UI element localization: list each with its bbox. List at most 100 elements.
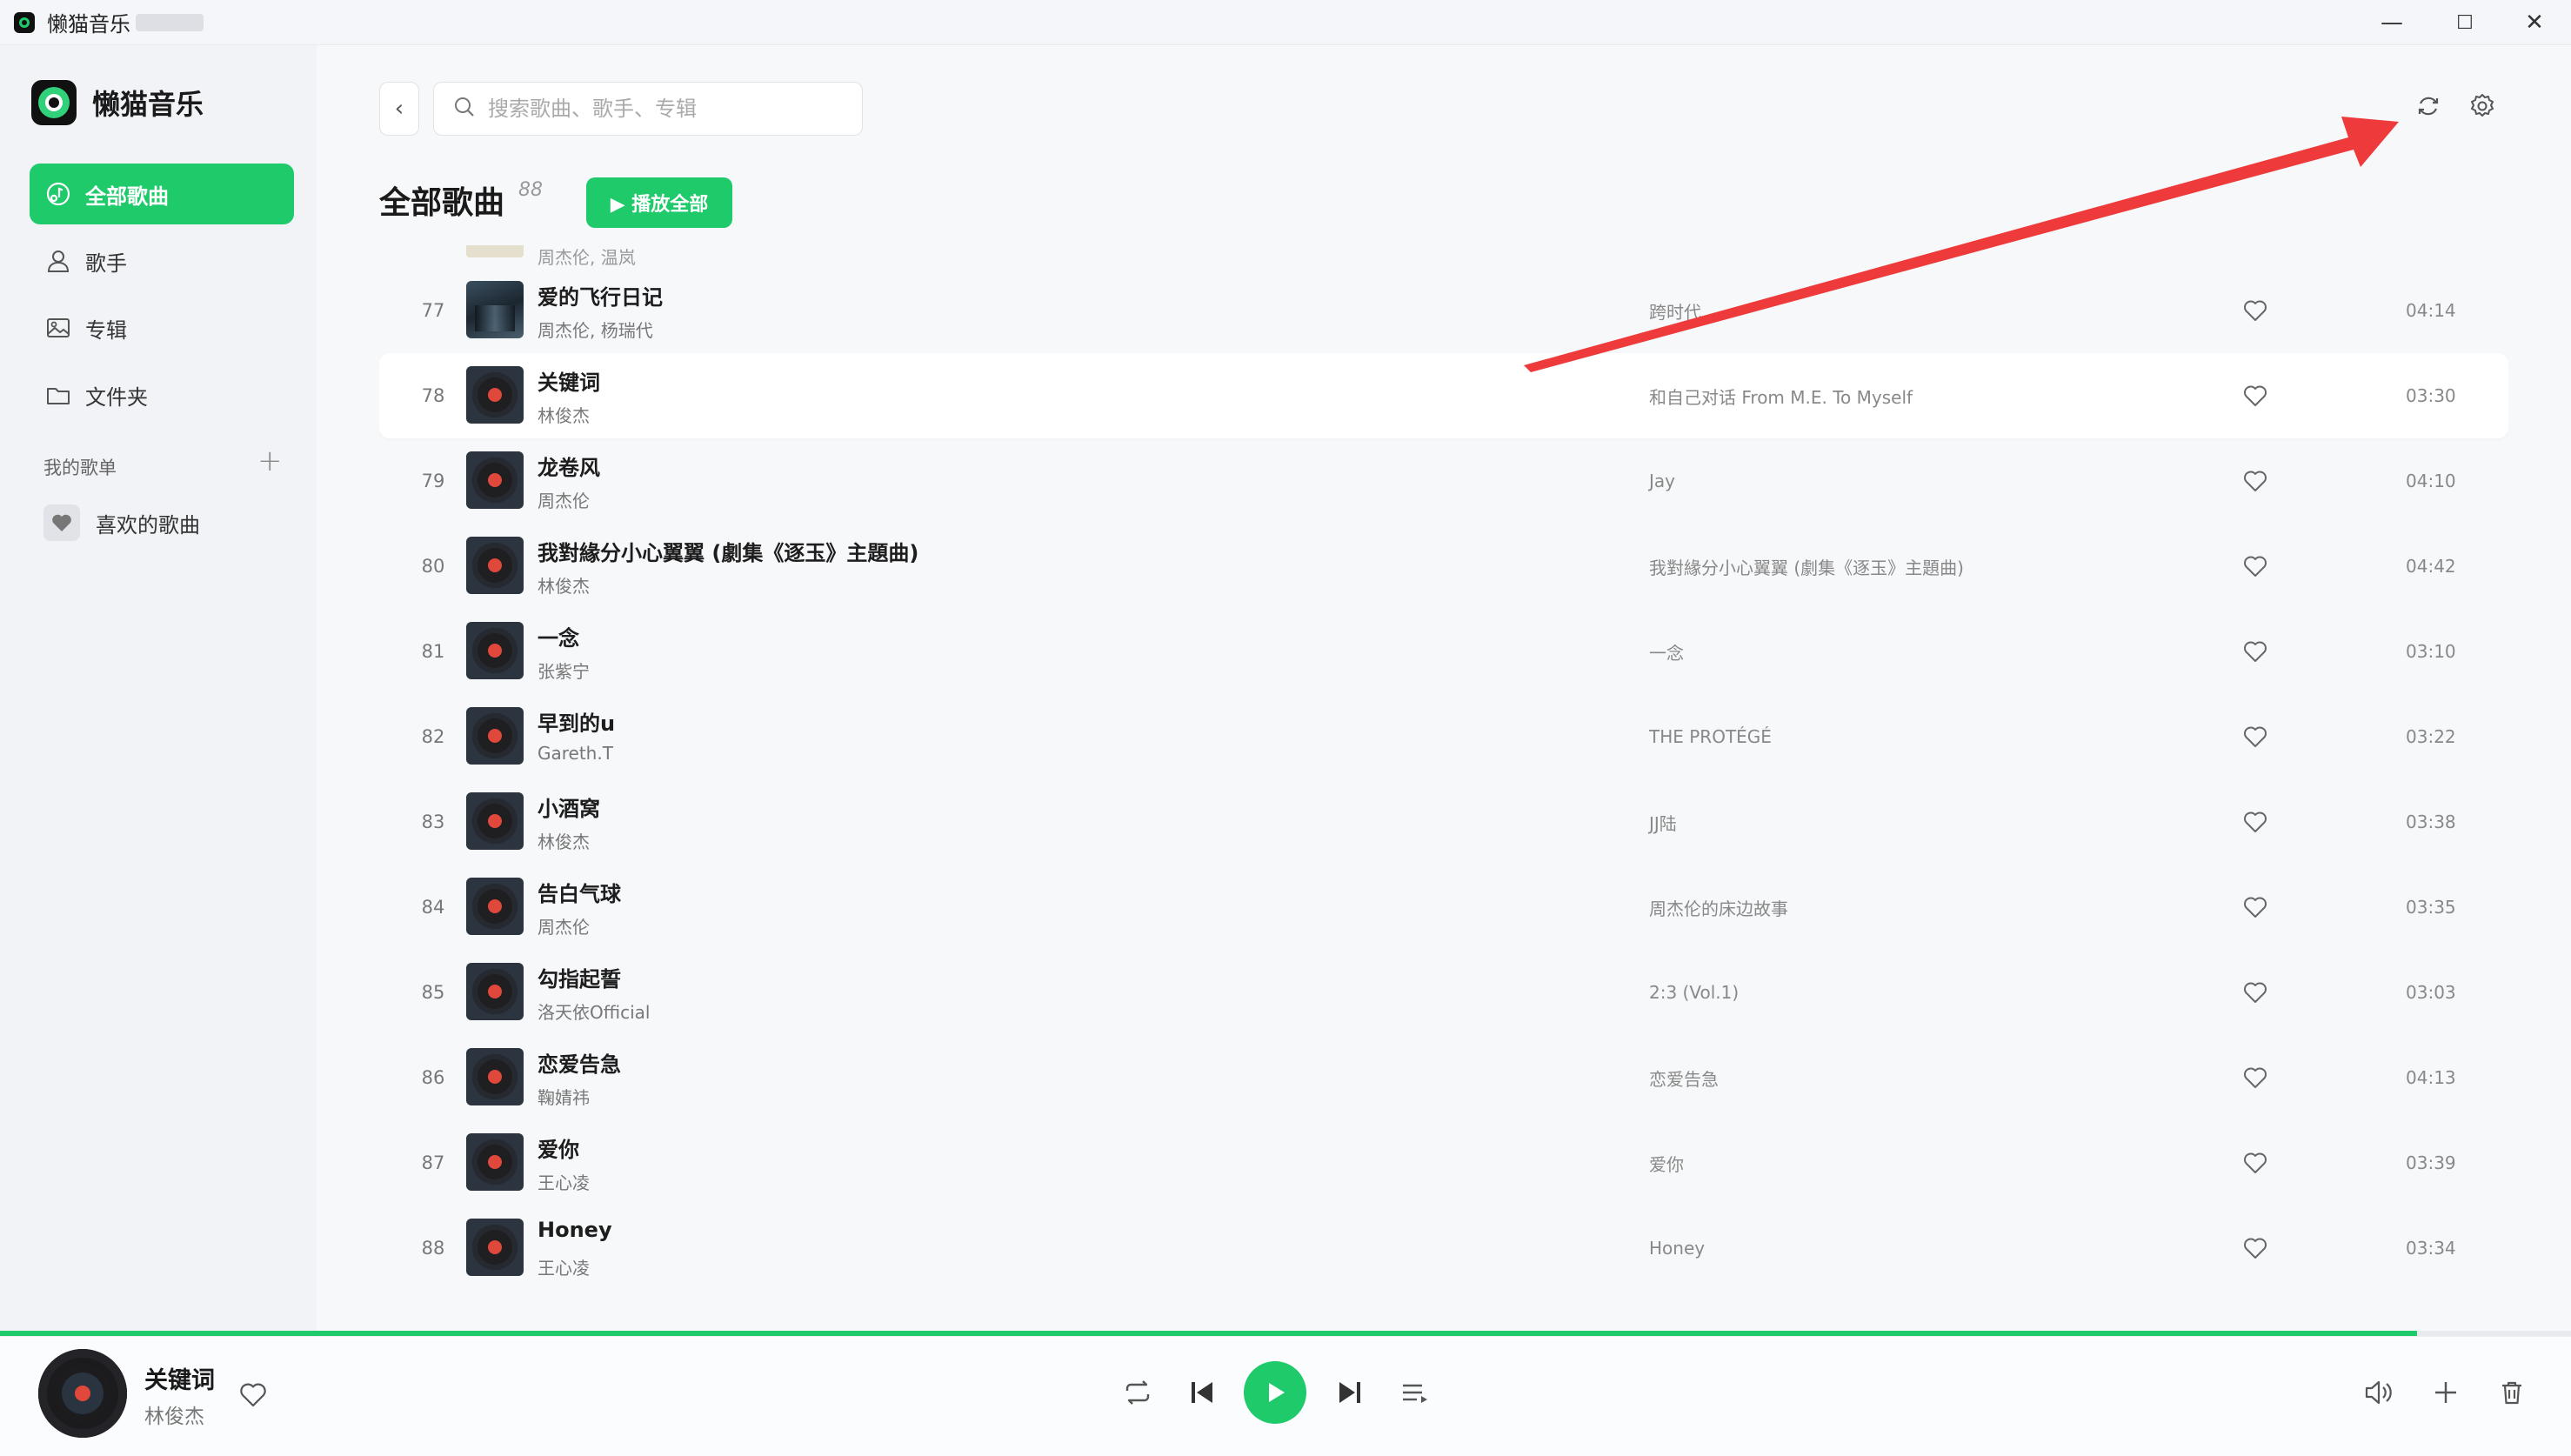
song-count: 88 xyxy=(518,179,543,201)
music-note-icon xyxy=(45,181,71,207)
table-row[interactable]: 77 爱的飞行日记 周杰伦, 杨瑞代 跨时代 04:14 xyxy=(379,268,2508,353)
like-button[interactable] xyxy=(2242,894,2268,920)
table-row[interactable]: 82 早到的u Gareth.T THE PROTÉGÉ 03:22 xyxy=(379,694,2508,779)
add-playlist-button[interactable]: + xyxy=(257,444,283,478)
sidebar-item-label: 歌手 xyxy=(85,250,127,276)
song-album[interactable]: 和自己对话 From M.E. To Myself xyxy=(1649,353,1913,438)
heart-outline-icon xyxy=(2244,1238,2267,1259)
like-button[interactable] xyxy=(2242,638,2268,665)
song-title: Honey xyxy=(538,1218,612,1242)
sidebar-item-albums[interactable]: 专辑 xyxy=(30,297,294,358)
like-button[interactable] xyxy=(2242,1065,2268,1091)
like-button[interactable] xyxy=(2242,1235,2268,1261)
person-icon xyxy=(45,248,71,274)
song-artist: 王心凌 xyxy=(538,1258,590,1279)
volume-button[interactable] xyxy=(2361,1375,2395,1410)
song-duration: 03:39 xyxy=(2406,1152,2456,1173)
like-button[interactable] xyxy=(2242,297,2268,324)
like-button[interactable] xyxy=(2242,383,2268,409)
main-panel: ‹ 全部歌曲 88 ▶ 播放全部 周杰伦, 温岚 77爱的飞行日记周杰伦, 杨瑞… xyxy=(317,45,2571,1331)
song-album[interactable]: 恋爱告急 xyxy=(1649,1035,1719,1120)
table-row[interactable]: 81 一念 张紫宁 一念 03:10 xyxy=(379,609,2508,694)
app-icon xyxy=(14,11,35,33)
song-album[interactable]: THE PROTÉGÉ xyxy=(1649,694,1772,779)
song-album[interactable]: 我對緣分小心翼翼 (劇集《逐玉》主題曲) xyxy=(1649,524,1964,609)
settings-button[interactable] xyxy=(2461,87,2503,129)
table-row[interactable]: 周杰伦, 温岚 xyxy=(379,245,2508,268)
song-duration: 03:30 xyxy=(2406,385,2456,406)
repeat-button[interactable] xyxy=(1120,1375,1155,1410)
sidebar-item-artists[interactable]: 歌手 xyxy=(30,230,294,291)
table-row[interactable]: 88 Honey 王心凌 Honey 03:34 xyxy=(379,1206,2508,1291)
heart-outline-icon xyxy=(2244,1067,2267,1088)
sidebar-item-all-songs[interactable]: 全部歌曲 xyxy=(30,164,294,224)
table-row[interactable]: 85 勾指起誓 洛天依Official 2:3 (Vol.1) 03:03 xyxy=(379,950,2508,1035)
song-album[interactable]: JJ陆 xyxy=(1649,779,1677,865)
song-duration: 04:13 xyxy=(2406,1067,2456,1088)
maximize-button[interactable]: ☐ xyxy=(2428,0,2501,45)
like-button[interactable] xyxy=(2242,809,2268,835)
minimize-button[interactable]: — xyxy=(2355,0,2428,45)
sidebar-item-label: 全部歌曲 xyxy=(85,184,169,209)
song-album[interactable]: 一念 xyxy=(1649,609,1684,694)
sidebar: 懒猫音乐 全部歌曲 歌手 专辑 文件夹 我的歌单 + 喜欢的歌曲 xyxy=(0,45,317,1331)
song-album[interactable]: Jay xyxy=(1649,438,1675,524)
refresh-button[interactable] xyxy=(2407,87,2449,129)
add-to-playlist-button[interactable] xyxy=(2428,1375,2463,1410)
queue-button[interactable] xyxy=(1397,1375,1432,1410)
table-row[interactable]: 80 我對緣分小心翼翼 (劇集《逐玉》主題曲) 林俊杰 我對緣分小心翼翼 (劇集《逐玉… xyxy=(379,524,2508,609)
song-artist: 鞠婧祎 xyxy=(538,1087,590,1108)
like-button[interactable] xyxy=(2242,468,2268,494)
previous-button[interactable] xyxy=(1185,1375,1219,1410)
song-title: 关键词 xyxy=(538,371,600,395)
song-album[interactable]: 2:3 (Vol.1) xyxy=(1649,950,1739,1035)
song-artist: 王心凌 xyxy=(538,1172,590,1193)
table-row[interactable]: 87 爱你 王心凌 爱你 03:39 xyxy=(379,1120,2508,1206)
song-artist: Gareth.T xyxy=(538,743,613,764)
song-album[interactable]: 周杰伦的床边故事 xyxy=(1649,865,1788,950)
playlist-favorites[interactable]: 喜欢的歌曲 xyxy=(43,504,200,541)
brand: 懒猫音乐 xyxy=(31,80,204,125)
playlist-icon xyxy=(1403,1384,1427,1403)
like-button[interactable] xyxy=(2242,553,2268,579)
heart-outline-icon xyxy=(2244,811,2267,832)
table-row[interactable]: 84 告白气球 周杰伦 周杰伦的床边故事 03:35 xyxy=(379,865,2508,950)
like-button[interactable] xyxy=(2242,724,2268,750)
song-duration: 03:35 xyxy=(2406,897,2456,918)
song-duration: 03:03 xyxy=(2406,982,2456,1003)
delete-button[interactable] xyxy=(2494,1375,2529,1410)
song-album[interactable]: Honey xyxy=(1649,1206,1705,1291)
now-playing-cover[interactable] xyxy=(38,1349,127,1438)
close-button[interactable]: ✕ xyxy=(2498,0,2571,45)
song-album[interactable]: 跨时代 xyxy=(1649,268,1701,353)
table-row[interactable]: 83 小酒窝 林俊杰 JJ陆 03:38 xyxy=(379,779,2508,865)
album-cover xyxy=(466,537,524,594)
next-button[interactable] xyxy=(1332,1375,1367,1410)
search-box[interactable] xyxy=(433,82,863,136)
song-title: 爱的飞行日记 xyxy=(538,285,663,310)
song-title: 我對緣分小心翼翼 (劇集《逐玉》主題曲) xyxy=(538,541,919,565)
search-input[interactable] xyxy=(488,97,836,121)
play-all-button[interactable]: ▶ 播放全部 xyxy=(586,177,732,228)
song-artist: 林俊杰 xyxy=(538,832,590,852)
table-row[interactable]: 79 龙卷风 周杰伦 Jay 04:10 xyxy=(379,438,2508,524)
like-button[interactable] xyxy=(2242,1150,2268,1176)
like-button[interactable] xyxy=(238,1380,268,1410)
song-duration: 03:22 xyxy=(2406,726,2456,747)
heart-icon xyxy=(43,504,80,541)
like-button[interactable] xyxy=(2242,979,2268,1005)
back-button[interactable]: ‹ xyxy=(379,82,419,136)
song-title: 勾指起誓 xyxy=(538,967,621,992)
heart-outline-icon xyxy=(2244,982,2267,1003)
song-title: 告白气球 xyxy=(538,882,621,906)
song-artist: 洛天依Official xyxy=(538,1002,651,1023)
play-button[interactable] xyxy=(1244,1361,1306,1424)
heart-outline-icon xyxy=(2244,556,2267,577)
gear-icon xyxy=(2468,92,2496,124)
table-row[interactable]: 86 恋爱告急 鞠婧祎 恋爱告急 04:13 xyxy=(379,1035,2508,1120)
album-cover xyxy=(466,245,524,257)
sidebar-item-folders[interactable]: 文件夹 xyxy=(30,364,294,425)
song-artist: 周杰伦, 杨瑞代 xyxy=(538,320,653,341)
table-row[interactable]: 78 关键词 林俊杰 和自己对话 From M.E. To Myself 03:30 xyxy=(379,353,2508,438)
song-album[interactable]: 爱你 xyxy=(1649,1120,1684,1206)
